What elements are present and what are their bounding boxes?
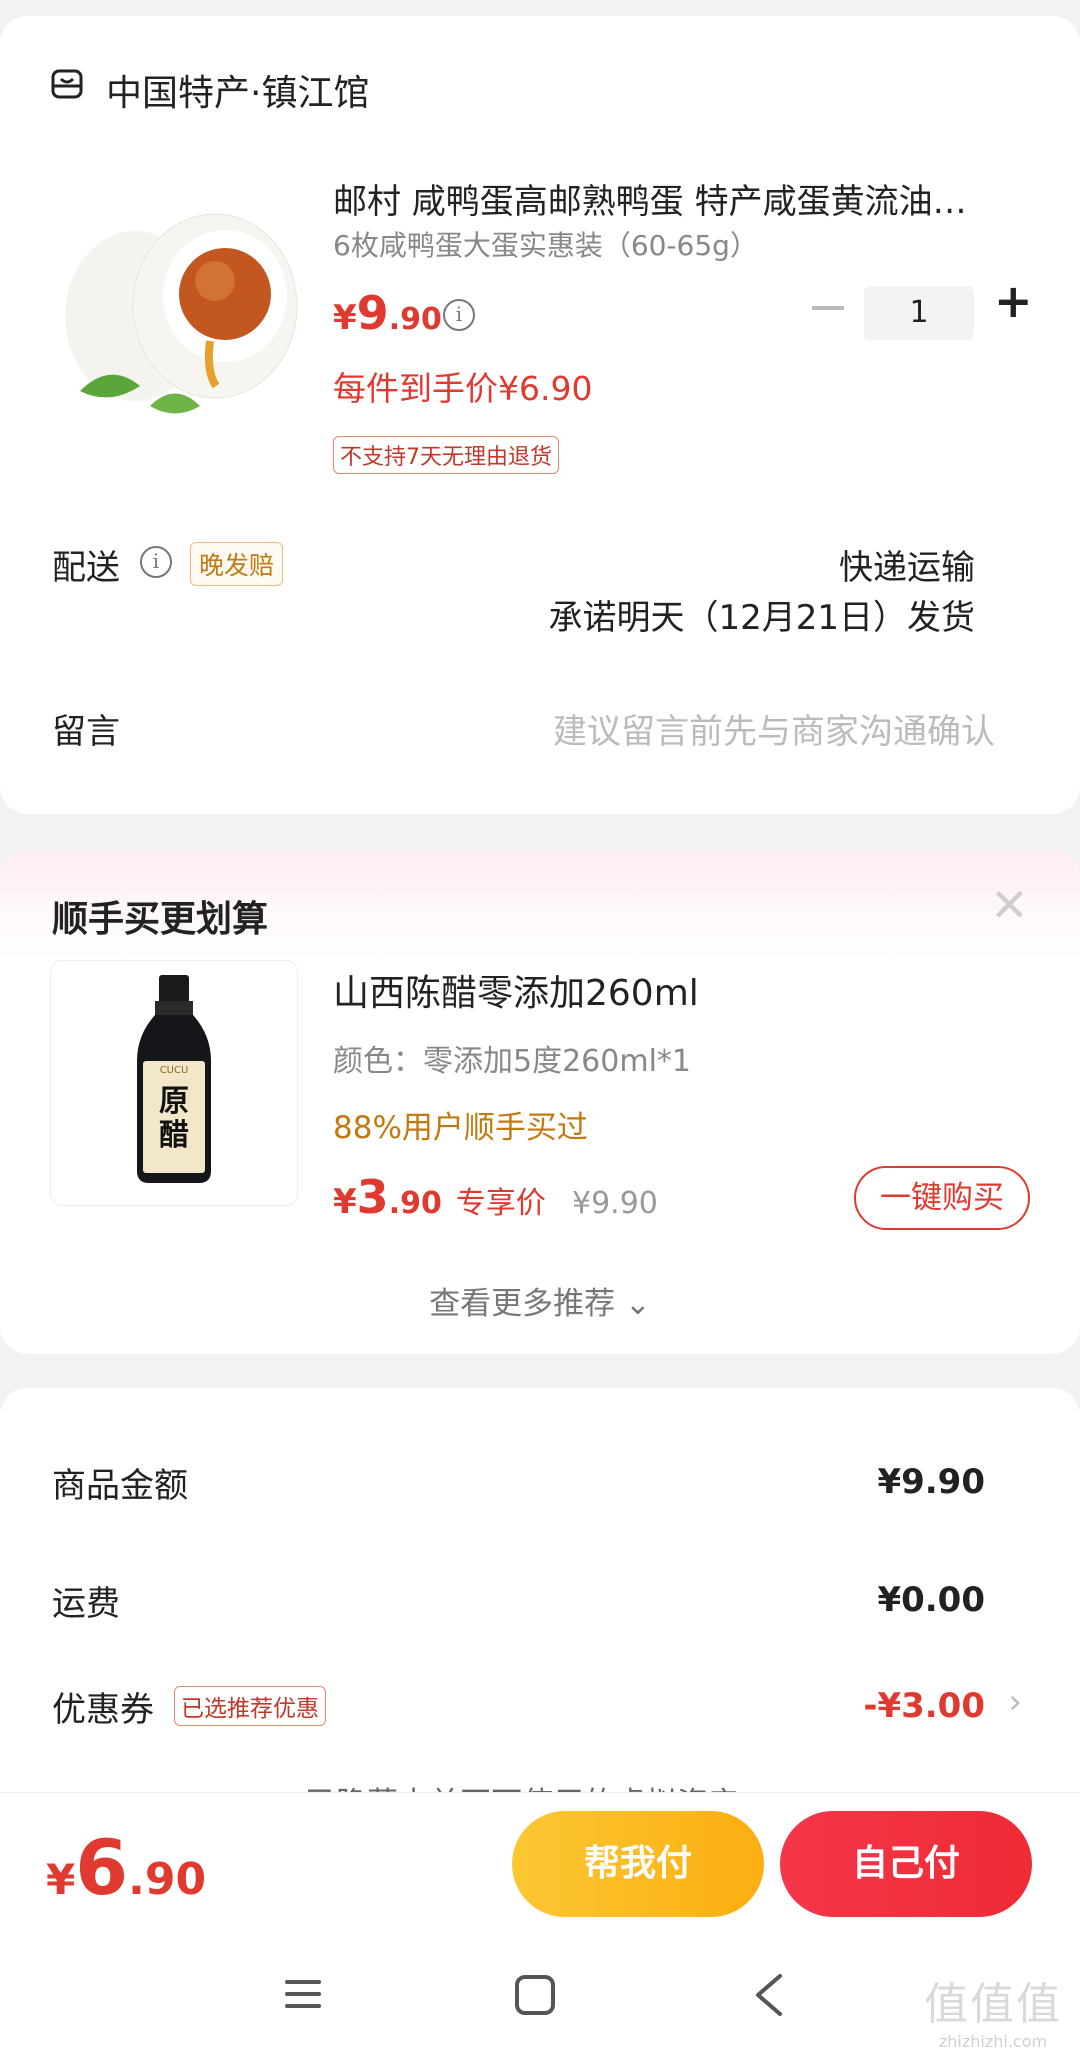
more-recommendations-link[interactable]: 查看更多推荐 ⌄ — [0, 1278, 1080, 1323]
store-icon — [51, 69, 83, 99]
recommend-price: ¥3.90 专享价 — [333, 1170, 546, 1224]
pay-myself-button[interactable]: 自己付 — [780, 1811, 1032, 1917]
close-icon[interactable]: ✕ — [990, 882, 1029, 928]
home-icon[interactable] — [514, 1974, 556, 2016]
recommend-product-name[interactable]: 山西陈醋零添加260ml — [333, 964, 699, 1016]
delivery-method: 快递运输 — [839, 548, 975, 588]
store-name[interactable]: 中国特产·镇江馆 — [106, 64, 369, 116]
goods-amount-label: 商品金额 — [52, 1466, 188, 1506]
watermark: 值值值 zhizhizhi.com — [924, 1979, 1062, 2051]
product-spec[interactable]: 6枚咸鸭蛋大蛋实惠装（60-65g） — [333, 224, 758, 264]
product-price: ¥9.90 — [333, 286, 442, 340]
svg-text:醋: 醋 — [159, 1118, 189, 1153]
order-item-card: 中国特产·镇江馆 邮村 咸鸭蛋高邮熟鸭蛋 特产咸蛋黄流油… 6枚咸鸭蛋大蛋实惠装… — [0, 16, 1080, 814]
recommend-product-spec: 颜色：零添加5度260ml*1 — [333, 1044, 691, 1079]
quantity-input[interactable]: 1 — [864, 286, 974, 340]
goods-amount-value: ¥9.90 — [877, 1462, 985, 1502]
shipping-fee-value: ¥0.00 — [877, 1580, 985, 1620]
product-title[interactable]: 邮村 咸鸭蛋高邮熟鸭蛋 特产咸蛋黄流油… — [333, 174, 1013, 223]
price-info-icon[interactable]: i — [443, 299, 475, 331]
one-click-buy-button[interactable]: 一键购买 — [854, 1166, 1030, 1230]
back-icon[interactable] — [752, 1972, 786, 2018]
message-label: 留言 — [52, 712, 120, 752]
quantity-decrease-button[interactable] — [812, 306, 844, 310]
delivery-info-icon[interactable]: i — [140, 546, 172, 578]
message-input[interactable]: 建议留言前先与商家沟通确认 — [553, 704, 995, 753]
recommend-product-image[interactable]: CUCU 原 醋 — [50, 960, 298, 1206]
help-me-pay-button[interactable]: 帮我付 — [512, 1811, 764, 1917]
svg-text:原: 原 — [159, 1084, 189, 1119]
coupon-selected-tag: 已选推荐优惠 — [174, 1686, 326, 1726]
coupon-label[interactable]: 优惠券 — [52, 1682, 154, 1731]
delivery-label: 配送 — [52, 548, 120, 588]
menu-icon[interactable] — [283, 1974, 323, 2014]
quantity-increase-button[interactable]: + — [994, 278, 1033, 324]
delivery-promise: 承诺明天（12月21日）发货 — [548, 598, 975, 638]
coupon-value[interactable]: -¥3.00 — [863, 1686, 985, 1726]
final-price: 每件到手价¥6.90 — [333, 369, 593, 408]
shipping-fee-label: 运费 — [52, 1584, 120, 1624]
recommend-original-price: ¥9.90 — [572, 1186, 658, 1221]
payment-bar: ¥6.90 帮我付 自己付 — [0, 1792, 1080, 1932]
no-refund-tag: 不支持7天无理由退货 — [333, 436, 559, 474]
chevron-right-icon[interactable]: › — [1008, 1682, 1022, 1722]
recommend-social-proof: 88%用户顺手买过 — [333, 1110, 588, 1146]
recommendation-title: 顺手买更划算 — [52, 899, 269, 940]
system-navigation-bar: 值值值 zhizhizhi.com — [0, 1932, 1080, 2060]
recommendation-card: 顺手买更划算 ✕ CUCU 原 醋 山西陈醋零添加260ml 颜色：零添加5度2… — [0, 850, 1080, 1354]
svg-text:CUCU: CUCU — [160, 1065, 189, 1076]
product-image[interactable] — [50, 166, 300, 436]
total-price: ¥6.90 — [46, 1823, 207, 1912]
late-ship-compensation-tag[interactable]: 晚发赔 — [190, 542, 284, 586]
